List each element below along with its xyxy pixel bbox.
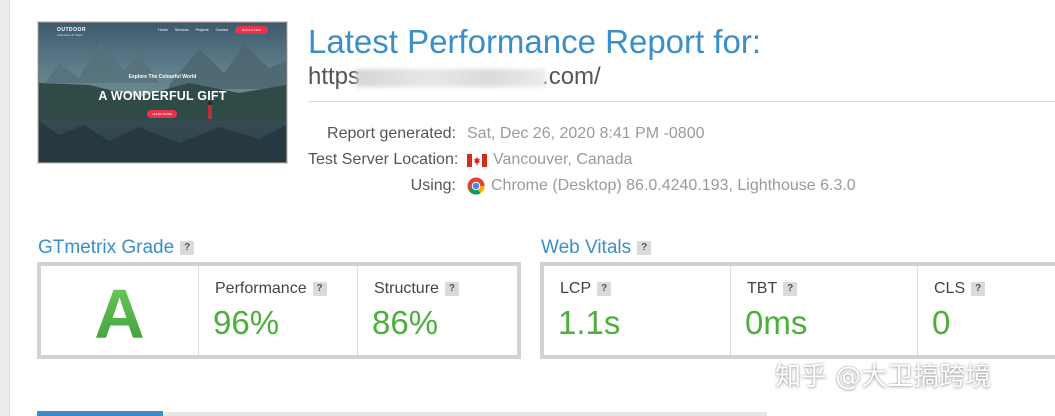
report-generated-label: Report generated:: [327, 125, 456, 142]
help-icon[interactable]: ?: [180, 240, 195, 255]
server-location-value: Vancouver, Canada: [467, 149, 632, 171]
help-icon[interactable]: ?: [971, 281, 986, 296]
report-url[interactable]: https .com/: [308, 62, 601, 92]
report-title: Latest Performance Report for:: [308, 23, 762, 60]
thumbnail-nav-item: Home: [158, 28, 168, 32]
help-icon[interactable]: ?: [444, 281, 459, 296]
cls-cell: CLS? 0: [918, 266, 1055, 355]
thumbnail-headline: A WONDERFUL GIFT: [98, 89, 227, 103]
header-divider: [308, 101, 1055, 102]
help-icon[interactable]: ?: [637, 240, 652, 255]
left-rail: [0, 0, 10, 416]
report-url-suffix: .com/: [542, 63, 601, 90]
web-vitals-heading: Web Vitals?: [541, 236, 652, 260]
tbt-label: TBT?: [747, 280, 798, 298]
help-icon[interactable]: ?: [783, 281, 798, 296]
tbt-value: 0ms: [745, 304, 808, 341]
performance-value: 96%: [213, 304, 280, 341]
thumbnail-nav-item: Contact: [215, 28, 228, 32]
server-location-label: Test Server Location:: [308, 151, 459, 168]
structure-value: 86%: [372, 304, 439, 341]
tbt-cell: TBT? 0ms: [731, 266, 918, 355]
lcp-label: LCP?: [560, 280, 612, 298]
thumbnail-nav-button: BOOK A TRIP: [235, 26, 268, 34]
thumbnail-cta-button: LEARN MORE: [147, 110, 177, 118]
cls-value: 0: [932, 304, 951, 341]
thumbnail-nav: Home Services Projects Contact: [158, 28, 228, 32]
watermark: 知乎 @大卫搞跨境: [775, 362, 992, 392]
thumbnail-tagline: Explore The Colourful World: [128, 74, 197, 80]
thumbnail-nav-item: Projects: [195, 28, 209, 32]
using-label: Using:: [410, 177, 456, 194]
structure-cell: Structure? 86%: [358, 266, 517, 355]
chrome-icon: [467, 177, 485, 195]
thumbnail-logo-subtitle: Adventure & Travel: [57, 33, 83, 37]
using-value: Chrome (Desktop) 86.0.4240.193, Lighthou…: [467, 175, 856, 197]
lcp-cell: LCP? 1.1s: [544, 266, 731, 355]
web-vitals-panel: LCP? 1.1s TBT? 0ms CLS? 0: [540, 262, 1055, 359]
canada-flag-icon: [467, 153, 487, 167]
grade-letter: A: [41, 274, 198, 354]
grade-cell: A: [41, 266, 199, 355]
performance-cell: Performance? 96%: [199, 266, 358, 355]
report-generated-value: Sat, Dec 26, 2020 8:41 PM -0800: [467, 125, 705, 142]
cls-label: CLS?: [934, 280, 986, 298]
gtmetrix-grade-heading: GTmetrix Grade?: [38, 236, 195, 260]
help-icon[interactable]: ?: [597, 281, 612, 296]
report-url-prefix: https: [308, 63, 361, 90]
help-icon[interactable]: ?: [312, 281, 327, 296]
gtmetrix-grade-panel: A Performance? 96% Structure? 86%: [37, 262, 521, 359]
site-screenshot-thumbnail[interactable]: OUTDOOR Adventure & Travel Home Services…: [38, 22, 287, 163]
redacted-url-blur: [356, 68, 547, 87]
active-tab-indicator[interactable]: [37, 411, 163, 416]
lcp-value: 1.1s: [558, 304, 621, 341]
thumbnail-nav-item: Services: [174, 28, 189, 32]
performance-label: Performance?: [215, 280, 327, 298]
structure-label: Structure?: [374, 280, 459, 298]
